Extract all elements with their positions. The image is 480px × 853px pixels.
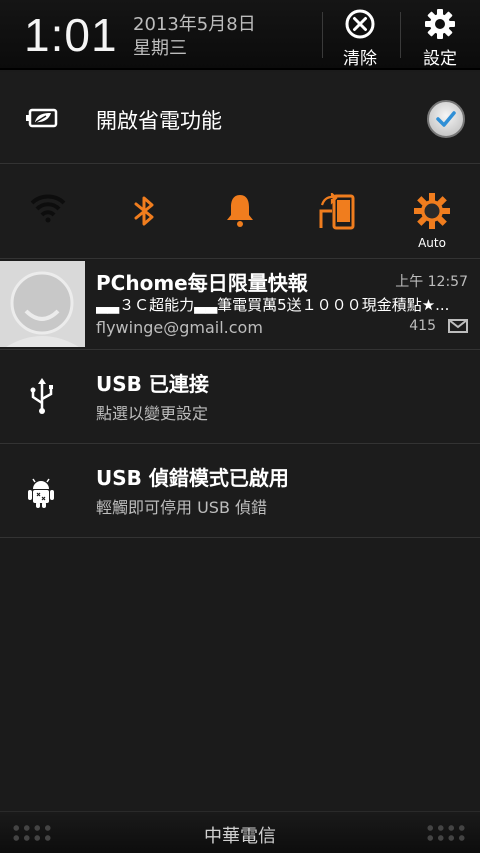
android-debug-icon — [28, 478, 54, 508]
usb-connected-notification[interactable]: USB 已連接 點選以變更設定 — [0, 351, 480, 444]
power-saver-label: 開啟省電功能 — [96, 109, 222, 133]
email-time: 上午 12:57 — [395, 274, 468, 290]
clear-button[interactable]: 清除 — [322, 0, 398, 70]
mail-icon — [448, 319, 468, 333]
toggle-sound[interactable] — [192, 165, 288, 259]
usb-connected-title: USB 已連接 — [96, 372, 209, 396]
toggle-auto-rotate[interactable] — [288, 165, 384, 259]
weekday-text: 星期三 — [133, 38, 187, 59]
toggle-wifi[interactable] — [0, 165, 96, 259]
checkmark-icon — [436, 111, 456, 127]
carrier-bar: 中華電信 — [0, 811, 480, 853]
brightness-auto-label: Auto — [418, 236, 446, 250]
usb-icon — [30, 378, 53, 414]
toggle-brightness[interactable]: Auto — [384, 165, 480, 259]
battery-leaf-icon — [26, 108, 58, 128]
power-saver-row[interactable]: 開啟省電功能 — [0, 72, 480, 164]
power-saver-checkbox[interactable] — [427, 100, 465, 138]
date-text: 2013年5月8日 — [133, 14, 256, 35]
settings-button[interactable]: 設定 — [402, 0, 478, 70]
usb-debugging-title: USB 偵錯模式已啟用 — [96, 466, 289, 490]
email-account: flywinge@gmail.com — [96, 318, 263, 337]
wifi-icon — [30, 194, 66, 223]
quick-toggles: Auto — [0, 165, 480, 259]
email-subject: ▃▃３Ｃ超能力▃▃筆電買萬5送１０００現金積點★... — [96, 296, 450, 314]
default-contact-icon — [6, 271, 79, 347]
toggle-bluetooth[interactable] — [96, 165, 192, 259]
header-divider — [400, 12, 401, 58]
brightness-icon — [414, 193, 450, 229]
email-sender: PChome每日限量快報 — [96, 271, 308, 295]
carrier-label: 中華電信 — [204, 826, 276, 847]
clear-icon — [345, 9, 375, 39]
unread-count: 415 — [409, 318, 436, 334]
bluetooth-icon — [134, 196, 154, 226]
gear-icon — [425, 9, 455, 39]
avatar — [0, 261, 85, 347]
usb-debugging-subtitle: 輕觸即可停用 USB 偵錯 — [96, 498, 268, 517]
notification-header: 1:01 2013年5月8日 星期三 清除 設定 — [0, 0, 480, 70]
settings-label: 設定 — [423, 49, 457, 69]
auto-rotate-icon — [319, 193, 355, 230]
usb-connected-subtitle: 點選以變更設定 — [96, 404, 209, 423]
clock: 1:01 — [24, 9, 118, 61]
usb-debugging-notification[interactable]: USB 偵錯模式已啟用 輕觸即可停用 USB 偵錯 — [0, 445, 480, 538]
date-block: 2013年5月8日 星期三 — [133, 13, 256, 61]
drag-handle-right[interactable] — [425, 823, 467, 845]
email-notification[interactable]: PChome每日限量快報 上午 12:57 ▃▃３Ｃ超能力▃▃筆電買萬5送１００… — [0, 260, 480, 350]
clear-label: 清除 — [343, 49, 377, 69]
bell-icon — [227, 195, 253, 227]
